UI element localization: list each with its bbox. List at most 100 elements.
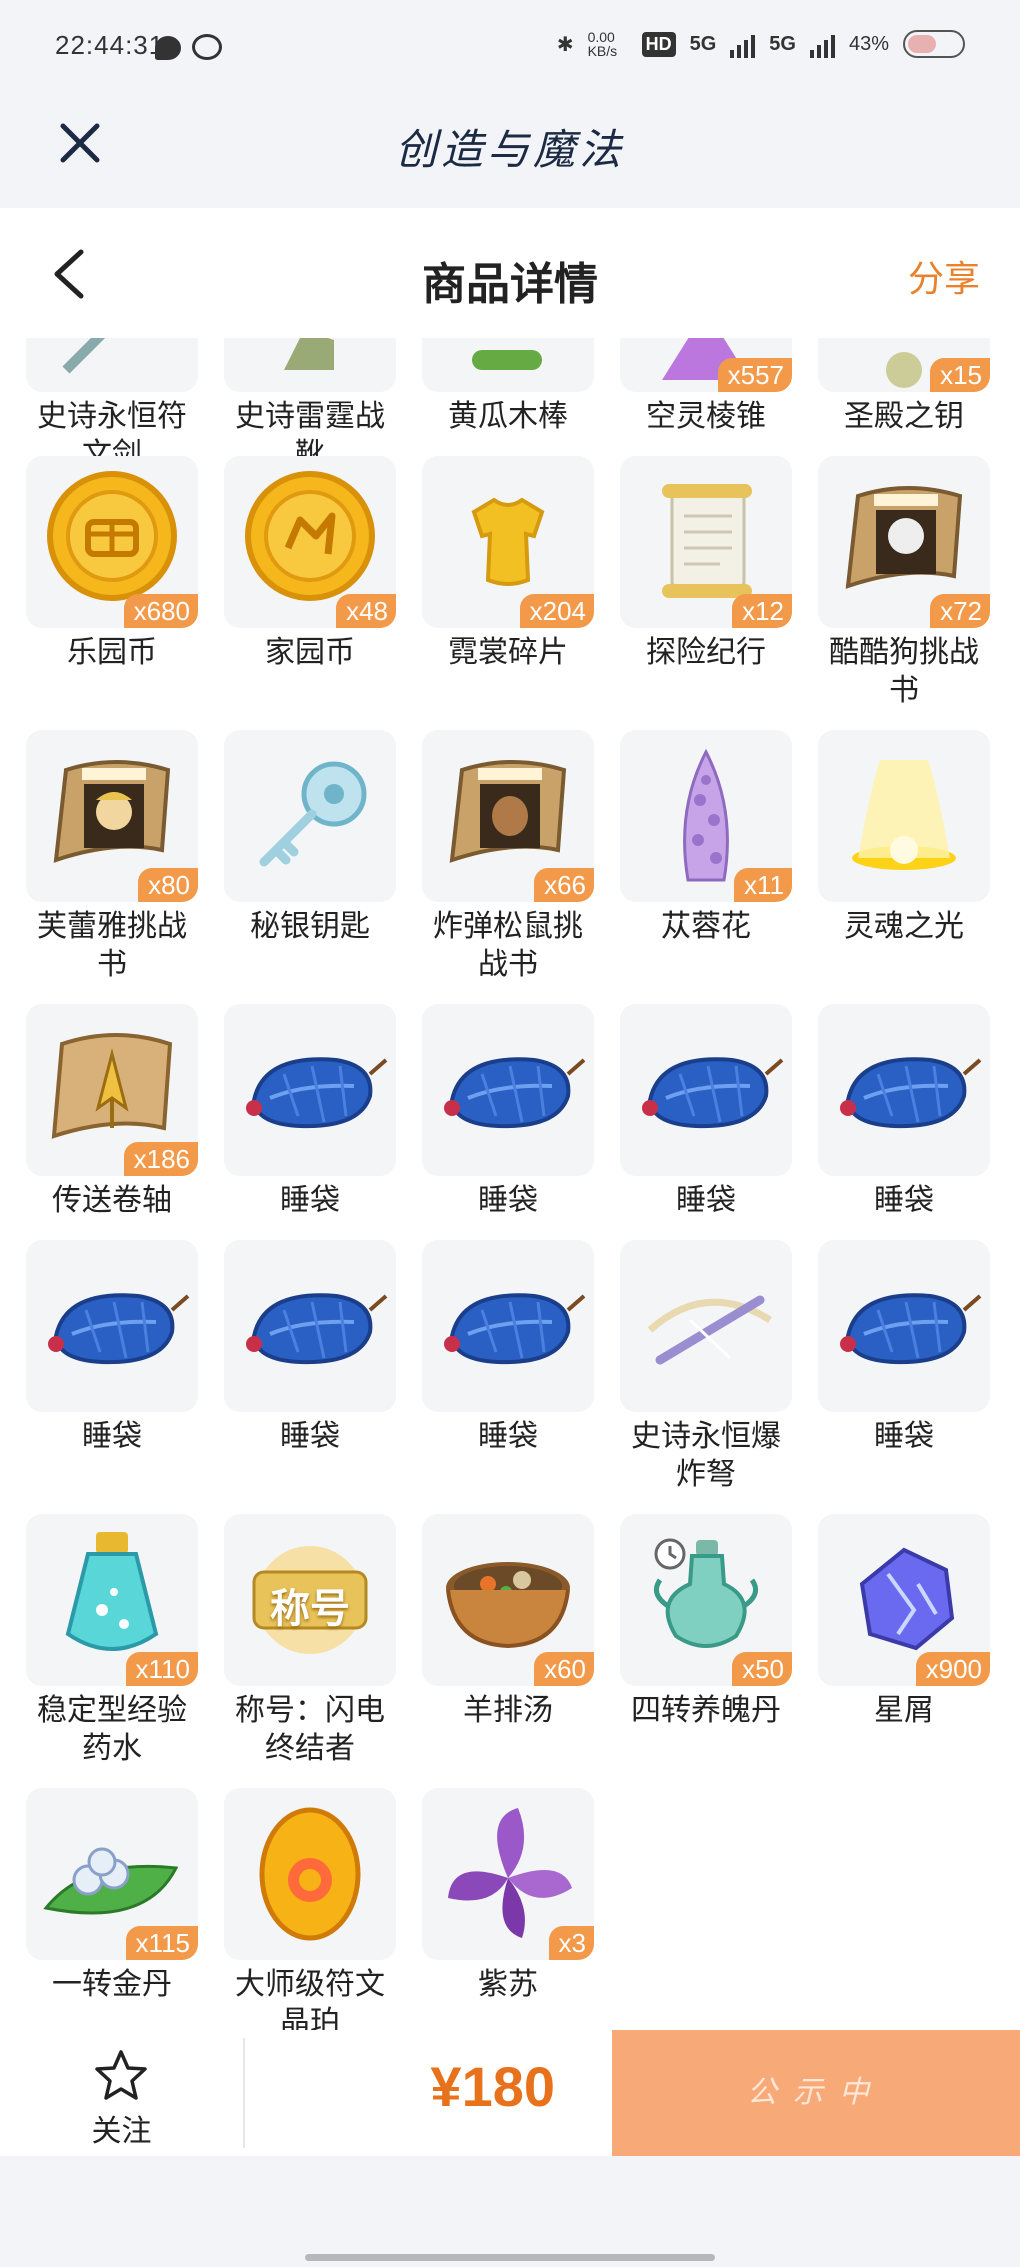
item-card[interactable]: 大师级符文晶珀 [224, 1788, 396, 2030]
item-card[interactable]: 睡袋 [224, 1240, 396, 1514]
item-card[interactable]: 史诗永恒符文剑 [26, 338, 198, 472]
item-card[interactable]: x60 羊排汤 [422, 1514, 594, 1788]
item-card[interactable]: x557 空灵棱锥 [620, 338, 792, 456]
item-thumbnail [26, 338, 198, 392]
rune-amber-icon [259, 1807, 361, 1941]
status-bar: 22:44:31 ✱ 0.00 KB/s HD 5G 5G 43% [0, 0, 1020, 100]
share-button[interactable]: 分享 [908, 250, 980, 302]
price: ¥180 [430, 2055, 555, 2118]
item-thumbnail: x115 [26, 1788, 198, 1960]
item-card[interactable]: x15 圣殿之钥 [818, 338, 990, 456]
item-card[interactable]: x680 乐园币 [26, 456, 198, 730]
item-quantity-badge: x115 [125, 1926, 198, 1960]
sleeping-bag-icon [444, 1057, 586, 1129]
epic-crossbow-icon [647, 1295, 772, 1365]
item-card[interactable]: 灵魂之光 [818, 730, 990, 1004]
item-card[interactable]: x72 酷酷狗挑战书 [818, 456, 990, 730]
item-card[interactable]: x3 紫苏 [422, 1788, 594, 2030]
item-name: 黄瓜木棒 [448, 399, 568, 434]
item-card[interactable]: 秘银钥匙 [224, 730, 396, 1004]
item-card[interactable]: 黄瓜木棒 [422, 338, 594, 456]
item-name: 睡袋 [478, 1419, 538, 1454]
item-name: 睡袋 [82, 1419, 142, 1454]
signal-icon-2 [809, 30, 835, 58]
sleeping-bag-icon [840, 1057, 982, 1129]
item-name: 睡袋 [280, 1183, 340, 1218]
item-quantity-badge: x11 [734, 868, 792, 902]
item-thumbnail [818, 1240, 990, 1412]
item-name: 紫苏 [478, 1967, 538, 2002]
item-card[interactable]: x48 家园币 [224, 456, 396, 730]
status-time: 22:44:31 [55, 30, 165, 60]
item-card[interactable]: x12 探险纪行 [620, 456, 792, 730]
item-card[interactable]: x80 芙蕾雅挑战书 [26, 730, 198, 1004]
sleeping-bag-icon [246, 1057, 388, 1129]
item-thumbnail: x3 [422, 1788, 594, 1960]
item-card[interactable]: x11 苁蓉花 [620, 730, 792, 1004]
follow-button[interactable]: 关注 [0, 2030, 243, 2156]
item-card[interactable]: 睡袋 [224, 1004, 396, 1240]
item-thumbnail [620, 1004, 792, 1176]
item-card[interactable]: x66 炸弹松鼠挑战书 [422, 730, 594, 1004]
item-thumbnail: x48 [224, 456, 396, 628]
cucumber-stick-icon [472, 350, 542, 370]
sleeping-bag-icon [444, 1293, 586, 1365]
item-card[interactable]: 睡袋 [620, 1004, 792, 1240]
item-card[interactable]: 睡袋 [818, 1240, 990, 1514]
item-quantity-badge: x3 [548, 1926, 594, 1960]
item-card[interactable]: x110 稳定型经验药水 [26, 1514, 198, 1788]
item-thumbnail [422, 338, 594, 392]
item-quantity-badge: x80 [138, 868, 198, 902]
item-quantity-badge: x15 [930, 358, 990, 392]
epic-thunder-boots-icon [284, 338, 334, 370]
item-card[interactable]: 睡袋 [422, 1004, 594, 1240]
item-name: 灵魂之光 [844, 909, 964, 944]
signal-icon [730, 30, 756, 58]
item-thumbnail: x900 [818, 1514, 990, 1686]
item-name: 睡袋 [874, 1419, 934, 1454]
item-card[interactable]: 睡袋 [26, 1240, 198, 1514]
item-card[interactable]: 睡袋 [818, 1004, 990, 1240]
nav-bar: 商品详情 分享 [0, 208, 1020, 338]
item-card[interactable]: 睡袋 [422, 1240, 594, 1514]
item-name: 一转金丹 [52, 1967, 172, 2002]
app-title: 创造与魔法 [394, 125, 625, 174]
item-name: 霓裳碎片 [448, 635, 568, 670]
app-header: 创造与魔法 [0, 100, 1020, 208]
sleeping-bag-icon [246, 1293, 388, 1365]
item-thumbnail [224, 1240, 396, 1412]
home-indicator[interactable] [305, 2254, 715, 2261]
item-quantity-badge: x48 [336, 594, 396, 628]
page-title: 商品详情 [422, 259, 598, 310]
item-card[interactable]: x50 四转养魄丹 [620, 1514, 792, 1788]
item-card[interactable]: 称号 称号：闪电终结者 [224, 1514, 396, 1788]
item-card[interactable]: x204 霓裳碎片 [422, 456, 594, 730]
item-thumbnail: x110 [26, 1514, 198, 1686]
item-quantity-badge: x12 [732, 594, 792, 628]
item-grid-viewport[interactable]: 史诗永恒符文剑 史诗雷霆战靴 黄瓜木棒 x557 空灵棱锥 x15 圣殿之钥 x680 乐园币 x… [0, 338, 1020, 2030]
item-card[interactable]: 史诗永恒爆炸弩 [620, 1240, 792, 1514]
item-thumbnail: x12 [620, 456, 792, 628]
item-name: 史诗永恒爆炸弩 [631, 1419, 781, 1492]
item-name: 大师级符文晶珀 [235, 1967, 385, 2030]
item-quantity-badge: x204 [519, 594, 594, 628]
item-name: 稳定型经验药水 [37, 1693, 187, 1766]
item-quantity-badge: x557 [717, 358, 792, 392]
item-card[interactable]: 史诗雷霆战靴 [224, 338, 396, 472]
item-card[interactable]: x900 星屑 [818, 1514, 990, 1788]
item-thumbnail [620, 1240, 792, 1412]
item-card[interactable]: x186 传送卷轴 [26, 1004, 198, 1240]
item-thumbnail [422, 1004, 594, 1176]
hd-badge: HD [641, 31, 676, 57]
item-grid: 史诗永恒符文剑 史诗雷霆战靴 黄瓜木棒 x557 空灵棱锥 x15 圣殿之钥 x680 乐园币 x… [26, 338, 990, 2030]
battery-icon [903, 30, 965, 58]
item-thumbnail: x72 [818, 456, 990, 628]
item-card[interactable]: x115 一转金丹 [26, 1788, 198, 2030]
bluetooth-icon: ✱ [556, 33, 574, 56]
publicity-status-button[interactable]: 公示中 [612, 2030, 1020, 2156]
item-quantity-badge: x60 [534, 1652, 594, 1686]
item-quantity-badge: x50 [732, 1652, 792, 1686]
item-name: 睡袋 [874, 1183, 934, 1218]
bottom-action-bar: 关注 ¥180 公示中 [0, 2030, 1020, 2156]
item-thumbnail: 称号 [224, 1514, 396, 1686]
